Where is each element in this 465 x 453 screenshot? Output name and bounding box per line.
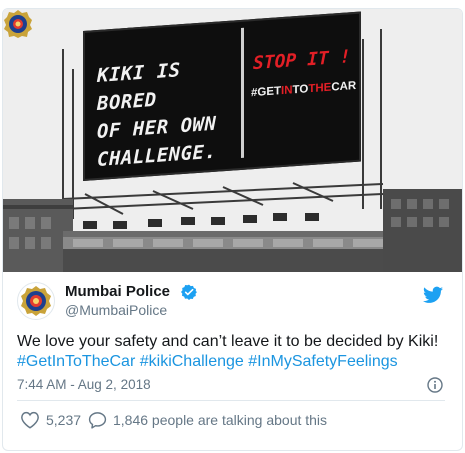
author-handle[interactable]: @MumbaiPolice	[65, 302, 167, 318]
billboard-hashtag-part: #GET	[251, 85, 282, 100]
tweet-text: We love your safety and can’t leave it t…	[17, 333, 439, 350]
billboard-hashtag: #GETINTOTHECAR	[251, 80, 356, 99]
hashtag-link[interactable]: #kikiChallenge	[140, 353, 244, 370]
billboard-divider	[241, 27, 244, 158]
divider	[17, 400, 445, 401]
hashtag-link[interactable]: #GetInToTheCar	[17, 353, 135, 370]
billboard-hashtag-part: IN	[281, 84, 293, 98]
billboard-hashtag-part: THE	[308, 81, 332, 96]
info-icon[interactable]	[427, 377, 443, 393]
billboard-left-text: KIKI IS BORED OF HER OWN CHALLENGE.	[97, 52, 237, 174]
verified-badge-icon	[181, 284, 197, 300]
billboard-line: KIKI IS BORED	[97, 59, 181, 116]
billboard-stop-text: STOP IT !	[253, 46, 351, 75]
twitter-bird-icon[interactable]	[423, 286, 443, 304]
hashtag-link[interactable]: #InMySafetyFeelings	[248, 353, 397, 370]
billboard: KIKI IS BORED OF HER OWN CHALLENGE. STOP…	[83, 11, 361, 181]
author-name[interactable]: Mumbai Police	[65, 283, 170, 300]
billboard-hashtag-part: CAR	[331, 79, 357, 94]
tweet-timestamp[interactable]: 7:44 AM - Aug 2, 2018	[17, 377, 151, 392]
heart-icon[interactable]	[20, 411, 40, 429]
reply-bubble-icon[interactable]	[88, 411, 107, 429]
tweet-hashtags: #GetInToTheCar #kikiChallenge #InMySafet…	[17, 352, 457, 372]
avatar[interactable]	[17, 282, 55, 320]
conversation-count[interactable]: 1,846 people are talking about this	[113, 412, 327, 428]
tweet-photo[interactable]: KIKI IS BORED OF HER OWN CHALLENGE. STOP…	[3, 9, 462, 272]
billboard-hashtag-part: TO	[292, 83, 309, 97]
embedded-tweet-card: KIKI IS BORED OF HER OWN CHALLENGE. STOP…	[2, 8, 463, 451]
police-emblem-icon	[21, 286, 51, 316]
like-count[interactable]: 5,237	[46, 412, 81, 428]
police-emblem-icon	[4, 10, 32, 38]
